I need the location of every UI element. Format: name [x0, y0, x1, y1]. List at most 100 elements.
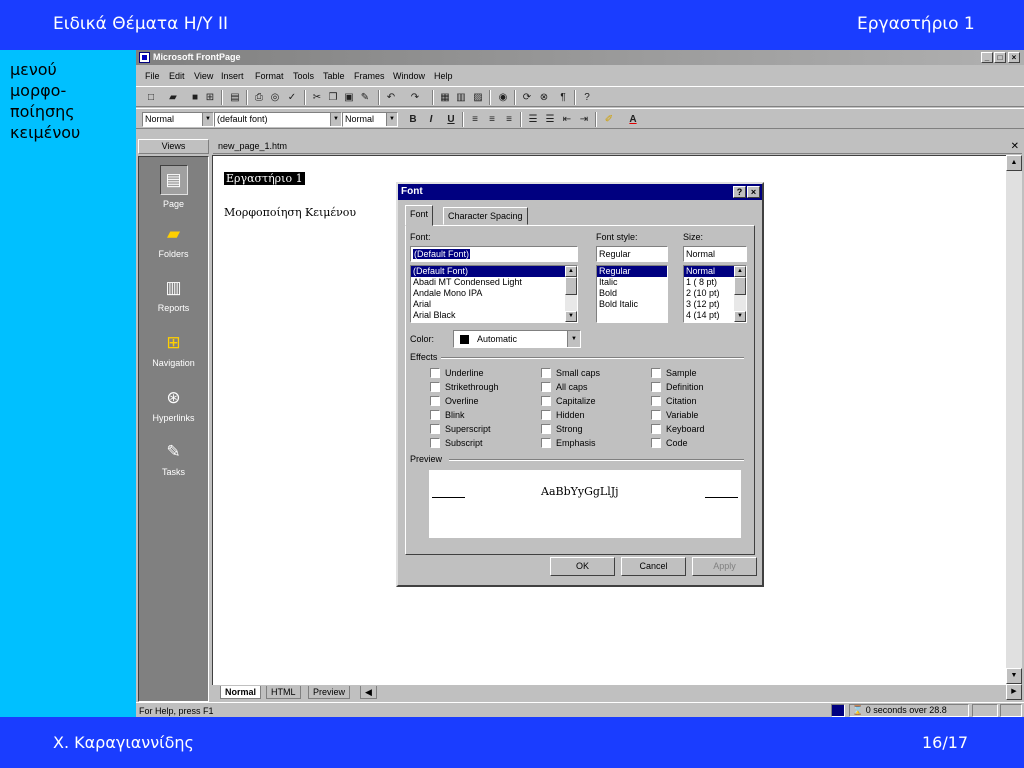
effect-checkbox[interactable]: Keyboard	[651, 424, 751, 435]
show-all-icon[interactable]: ¶	[556, 91, 570, 104]
view-folders[interactable]: ▰ Folders	[139, 223, 208, 259]
color-dropdown[interactable]: Automatic ▼	[453, 330, 581, 348]
checkbox-box[interactable]	[541, 438, 551, 448]
scroll-up-icon[interactable]: ▲	[1006, 155, 1022, 171]
view-page[interactable]: ▤ Page	[139, 165, 208, 209]
document-tab[interactable]: new_page_1.htm ✕	[213, 139, 1022, 154]
effect-checkbox[interactable]: Hidden	[541, 410, 641, 421]
maximize-button[interactable]: □	[994, 52, 1006, 63]
italic-button[interactable]: I	[424, 113, 438, 126]
help-button[interactable]: ?	[733, 186, 746, 198]
font-size-dropdown[interactable]: Normal ▼	[342, 112, 398, 127]
checkbox-box[interactable]	[651, 410, 661, 420]
print-icon[interactable]: ⎙	[252, 91, 266, 104]
highlight-color-icon[interactable]: ✐	[602, 113, 616, 126]
effect-checkbox[interactable]: Definition	[651, 382, 751, 393]
copy-icon[interactable]: ❐	[326, 91, 340, 104]
checkbox-box[interactable]	[430, 382, 440, 392]
size-list-scrollbar[interactable]: ▲ ▼	[734, 266, 746, 322]
font-list-item[interactable]: Abadi MT Condensed Light	[411, 277, 577, 288]
checkbox-box[interactable]	[651, 382, 661, 392]
font-list[interactable]: (Default Font) Abadi MT Condensed Light …	[410, 265, 578, 323]
format-painter-icon[interactable]: ✎	[358, 91, 372, 104]
font-list-scrollbar[interactable]: ▲ ▼	[565, 266, 577, 322]
scroll-thumb[interactable]	[734, 277, 746, 295]
font-style-item[interactable]: Bold	[597, 288, 667, 299]
menu-table[interactable]: Table	[323, 71, 345, 81]
scroll-thumb[interactable]	[565, 277, 577, 295]
bulleted-list-icon[interactable]: ☰	[543, 113, 557, 126]
menu-format[interactable]: Format	[255, 71, 284, 81]
checkbox-box[interactable]	[541, 424, 551, 434]
scroll-right-icon[interactable]: ▶	[1006, 684, 1022, 700]
menu-view[interactable]: View	[194, 71, 213, 81]
font-size-field[interactable]: Normal	[683, 246, 747, 262]
view-reports[interactable]: ▥ Reports	[139, 277, 208, 313]
ok-button[interactable]: OK	[550, 557, 615, 576]
menu-edit[interactable]: Edit	[169, 71, 185, 81]
effect-checkbox[interactable]: Emphasis	[541, 438, 641, 449]
checkbox-box[interactable]	[430, 438, 440, 448]
checkbox-box[interactable]	[430, 424, 440, 434]
print-preview-icon[interactable]: ◎	[268, 91, 282, 104]
checkbox-box[interactable]	[430, 368, 440, 378]
effect-checkbox[interactable]: Citation	[651, 396, 751, 407]
chevron-down-icon[interactable]: ▼	[567, 331, 580, 347]
redo-icon[interactable]: ↷	[408, 91, 422, 104]
cut-icon[interactable]: ✂	[310, 91, 324, 104]
insert-table-icon[interactable]: ▥	[454, 91, 468, 104]
style-dropdown[interactable]: Normal ▼	[142, 112, 214, 127]
tab-html[interactable]: HTML	[266, 686, 301, 699]
new-page-icon[interactable]: □	[144, 91, 158, 104]
font-style-item[interactable]: Regular	[597, 266, 667, 277]
font-dropdown[interactable]: (default font) ▼	[214, 112, 342, 127]
folder-list-icon[interactable]: ▤	[228, 91, 242, 104]
font-list-item[interactable]: Arial	[411, 299, 577, 310]
effect-checkbox[interactable]: Strikethrough	[430, 382, 530, 393]
font-list-item[interactable]: Arial Black	[411, 310, 577, 321]
stop-icon[interactable]: ⊗	[537, 91, 551, 104]
checkbox-box[interactable]	[541, 382, 551, 392]
checkbox-box[interactable]	[541, 368, 551, 378]
font-name-field[interactable]: (Default Font)	[410, 246, 578, 262]
refresh-icon[interactable]: ⟳	[520, 91, 534, 104]
tab-preview[interactable]: Preview	[308, 686, 351, 699]
checkbox-box[interactable]	[651, 438, 661, 448]
tab-font[interactable]: Font	[405, 205, 434, 226]
chevron-down-icon[interactable]: ▼	[330, 113, 341, 126]
checkbox-box[interactable]	[651, 396, 661, 406]
font-style-item[interactable]: Italic	[597, 277, 667, 288]
effect-checkbox[interactable]: Underline	[430, 368, 530, 379]
align-left-icon[interactable]: ≡	[468, 113, 482, 126]
cancel-button[interactable]: Cancel	[621, 557, 686, 576]
effect-checkbox[interactable]: Sample	[651, 368, 751, 379]
view-navigation[interactable]: ⊞ Navigation	[139, 332, 208, 368]
view-tasks[interactable]: ✎ Tasks	[139, 441, 208, 477]
tab-character-spacing[interactable]: Character Spacing	[443, 207, 528, 225]
scroll-down-icon[interactable]: ▼	[734, 311, 746, 322]
increase-indent-icon[interactable]: ⇥	[577, 113, 591, 126]
scroll-down-icon[interactable]: ▼	[1006, 668, 1022, 684]
chevron-down-icon[interactable]: ▼	[202, 113, 213, 126]
align-center-icon[interactable]: ≡	[485, 113, 499, 126]
checkbox-box[interactable]	[541, 396, 551, 406]
paste-icon[interactable]: ▣	[342, 91, 356, 104]
tab-normal[interactable]: Normal	[220, 686, 262, 699]
menu-frames[interactable]: Frames	[354, 71, 385, 81]
checkbox-box[interactable]	[651, 424, 661, 434]
hyperlink-icon[interactable]: ◉	[496, 91, 510, 104]
vertical-scrollbar[interactable]: ▲ ▼ ▶	[1006, 155, 1022, 700]
numbered-list-icon[interactable]: ☰	[526, 113, 540, 126]
effect-checkbox[interactable]: All caps	[541, 382, 641, 393]
help-icon[interactable]: ?	[580, 91, 594, 104]
effect-checkbox[interactable]: Small caps	[541, 368, 641, 379]
open-folder-icon[interactable]: ▰	[166, 91, 180, 104]
close-window-button[interactable]: ×	[1008, 52, 1020, 63]
scroll-down-icon[interactable]: ▼	[565, 311, 577, 322]
spelling-icon[interactable]: ✓	[285, 91, 299, 104]
font-style-list[interactable]: Regular Italic Bold Bold Italic	[596, 265, 668, 323]
bold-button[interactable]: B	[406, 113, 420, 126]
menu-help[interactable]: Help	[434, 71, 453, 81]
insert-picture-icon[interactable]: ▨	[471, 91, 485, 104]
font-style-field[interactable]: Regular	[596, 246, 668, 262]
